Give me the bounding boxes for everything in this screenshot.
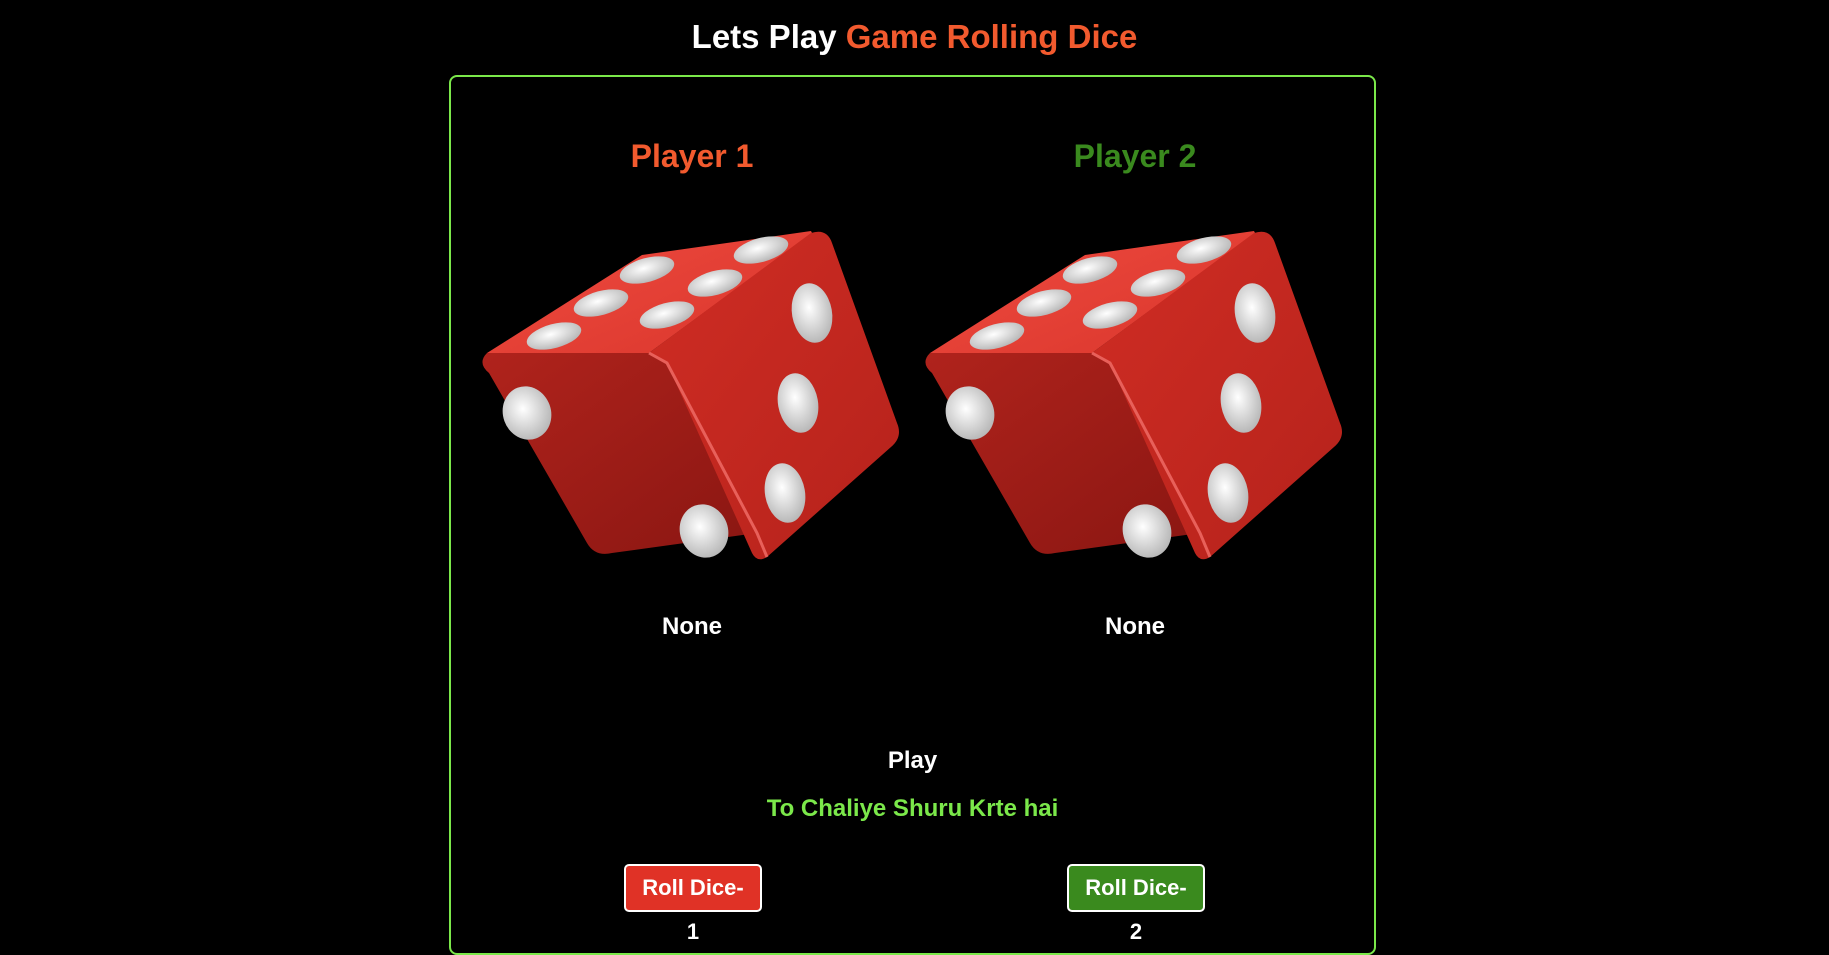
player-2-result: None — [1105, 613, 1165, 640]
game-status: Play — [887, 747, 938, 774]
player-2-name: Player 2 — [1073, 138, 1197, 174]
page-title: Lets Play Game Rolling Dice — [0, 18, 1829, 56]
title-prefix: Lets Play — [691, 18, 837, 55]
title-accent: Game Rolling Dice — [845, 18, 1138, 55]
game-board: Player 1 Player 2 None None Play To Chal… — [449, 75, 1376, 955]
player-1-name: Player 1 — [630, 138, 754, 174]
dice-2-image — [925, 231, 1342, 560]
game-message: To Chaliye Shuru Krte hai — [766, 795, 1059, 822]
roll-dice-1-button[interactable]: Roll Dice-1 — [624, 864, 762, 944]
dice-1-image — [482, 231, 899, 560]
player-1-result: None — [662, 613, 722, 640]
roll-dice-2-button[interactable]: Roll Dice-2 — [1067, 864, 1205, 944]
